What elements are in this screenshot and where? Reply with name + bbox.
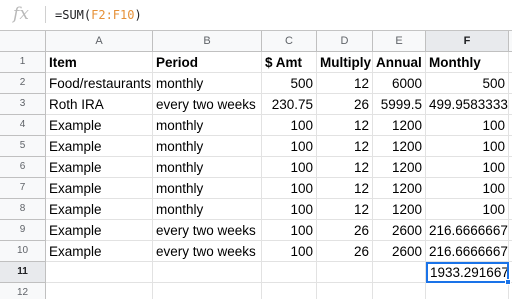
cell[interactable]: 26 — [317, 220, 373, 241]
cell[interactable]: 100 — [426, 178, 509, 199]
cell[interactable]: 100 — [262, 178, 317, 199]
cell[interactable]: monthly — [153, 136, 262, 157]
row-header[interactable]: 3 — [0, 94, 46, 115]
row-header[interactable]: 1 — [0, 52, 46, 73]
row-header[interactable]: 10 — [0, 241, 46, 262]
cell[interactable] — [153, 262, 262, 283]
cell[interactable] — [262, 283, 317, 299]
column-header-c[interactable]: C — [262, 31, 317, 52]
cell[interactable]: Monthly — [426, 52, 509, 73]
cell[interactable]: 100 — [426, 115, 509, 136]
cell[interactable]: 100 — [262, 199, 317, 220]
cell[interactable] — [262, 262, 317, 283]
cell[interactable]: Example — [46, 178, 153, 199]
cell[interactable]: 100 — [262, 241, 317, 262]
formula-prefix: =SUM( — [55, 8, 92, 22]
cell[interactable]: 26 — [317, 241, 373, 262]
row-header[interactable]: 2 — [0, 73, 46, 94]
fill-handle[interactable] — [505, 279, 511, 285]
cell[interactable]: Example — [46, 199, 153, 220]
cell[interactable]: 12 — [317, 136, 373, 157]
cell[interactable]: 6000 — [373, 73, 426, 94]
cell[interactable]: monthly — [153, 199, 262, 220]
cell[interactable]: Example — [46, 136, 153, 157]
cell[interactable]: 100 — [426, 157, 509, 178]
cell[interactable]: every two weeks — [153, 241, 262, 262]
row-header[interactable]: 8 — [0, 199, 46, 220]
column-header-b[interactable]: B — [153, 31, 262, 52]
cell[interactable]: every two weeks — [153, 94, 262, 115]
cell[interactable]: Item — [46, 52, 153, 73]
row-header[interactable]: 4 — [0, 115, 46, 136]
cell[interactable] — [153, 283, 262, 299]
cell[interactable]: Annual — [373, 52, 426, 73]
column-header-d[interactable]: D — [317, 31, 373, 52]
selected-cell[interactable]: 1933.291667 — [426, 262, 509, 283]
cell[interactable]: 216.6666667 — [426, 220, 509, 241]
cell[interactable] — [373, 283, 426, 299]
cell[interactable]: 1200 — [373, 157, 426, 178]
row-header[interactable]: 7 — [0, 178, 46, 199]
cell[interactable]: Example — [46, 220, 153, 241]
cell[interactable]: $ Amt — [262, 52, 317, 73]
formula-divider — [45, 6, 46, 23]
formula-range: F2:F10 — [91, 8, 135, 22]
row-header[interactable]: 11 — [0, 262, 46, 283]
cell[interactable]: 230.75 — [262, 94, 317, 115]
cell[interactable]: 100 — [262, 157, 317, 178]
cell[interactable]: 1200 — [373, 115, 426, 136]
cell[interactable]: 100 — [426, 136, 509, 157]
cell[interactable]: 100 — [426, 199, 509, 220]
cell[interactable]: 500 — [262, 73, 317, 94]
cell[interactable]: 100 — [262, 136, 317, 157]
fx-icon: fx — [13, 4, 29, 24]
formula-input[interactable]: =SUM(F2:F10) — [55, 6, 142, 24]
select-all-corner[interactable] — [0, 31, 46, 52]
cell[interactable]: Period — [153, 52, 262, 73]
cell[interactable]: 26 — [317, 94, 373, 115]
column-header-f[interactable]: F — [426, 31, 509, 52]
cell[interactable]: 5999.5 — [373, 94, 426, 115]
cell[interactable]: 1200 — [373, 178, 426, 199]
cell[interactable]: Example — [46, 115, 153, 136]
cell[interactable]: Food/restaurants — [46, 73, 153, 94]
cell[interactable]: Multiply — [317, 52, 373, 73]
cell[interactable]: 1200 — [373, 136, 426, 157]
cell[interactable]: monthly — [153, 178, 262, 199]
row-header[interactable]: 9 — [0, 220, 46, 241]
cell[interactable]: 12 — [317, 157, 373, 178]
cell[interactable]: every two weeks — [153, 220, 262, 241]
cell[interactable]: Example — [46, 157, 153, 178]
row-header[interactable]: 5 — [0, 136, 46, 157]
cell[interactable] — [46, 262, 153, 283]
cell[interactable]: monthly — [153, 157, 262, 178]
cell[interactable]: monthly — [153, 115, 262, 136]
cell[interactable]: 2600 — [373, 220, 426, 241]
column-header-a[interactable]: A — [46, 31, 153, 52]
cell[interactable]: 100 — [262, 220, 317, 241]
cell[interactable]: monthly — [153, 73, 262, 94]
cell[interactable] — [426, 283, 509, 299]
cell[interactable]: 12 — [317, 115, 373, 136]
cell[interactable] — [46, 283, 153, 299]
cell[interactable] — [317, 283, 373, 299]
cell[interactable] — [373, 262, 426, 283]
cell[interactable]: 12 — [317, 178, 373, 199]
cell[interactable]: Example — [46, 241, 153, 262]
cell[interactable]: 12 — [317, 73, 373, 94]
cell[interactable]: 2600 — [373, 241, 426, 262]
cell[interactable]: 500 — [426, 73, 509, 94]
cell[interactable]: 12 — [317, 199, 373, 220]
column-header-e[interactable]: E — [373, 31, 426, 52]
cell[interactable]: 1200 — [373, 199, 426, 220]
row-header[interactable]: 12 — [0, 283, 46, 299]
cell[interactable] — [317, 262, 373, 283]
cell[interactable]: Roth IRA — [46, 94, 153, 115]
row-header[interactable]: 6 — [0, 157, 46, 178]
formula-bar: fx =SUM(F2:F10) — [0, 0, 512, 31]
cell[interactable]: 499.9583333 — [426, 94, 509, 115]
formula-suffix: ) — [134, 8, 142, 22]
cell[interactable]: 100 — [262, 115, 317, 136]
cell[interactable]: 216.6666667 — [426, 241, 509, 262]
